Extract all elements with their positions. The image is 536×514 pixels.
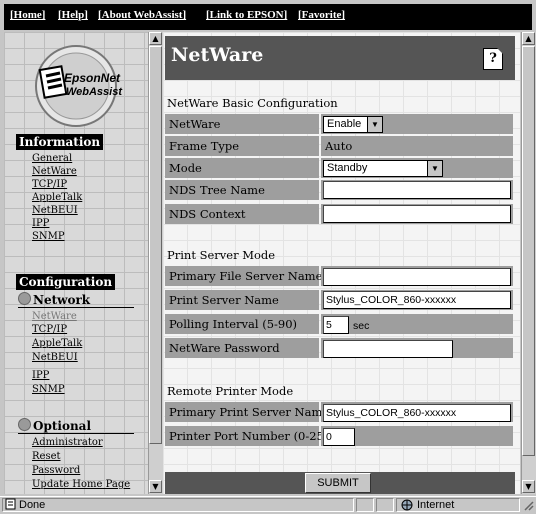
zone-pane: Internet bbox=[396, 498, 520, 512]
info-general-link[interactable]: General bbox=[32, 153, 72, 165]
reset-link[interactable]: Reset bbox=[32, 451, 61, 463]
information-heading: Information bbox=[16, 134, 104, 150]
about-webassist-link[interactable]: [About WebAssist] bbox=[98, 9, 186, 21]
update-home-page-link[interactable]: Update Home Page bbox=[32, 479, 130, 491]
optional-bullet-icon bbox=[18, 418, 31, 431]
main-scroll-thumb[interactable] bbox=[522, 46, 535, 456]
mode-label: Mode bbox=[165, 158, 319, 178]
scroll-up-arrow-icon[interactable]: ▲ bbox=[522, 32, 535, 45]
status-bar: Done Internet bbox=[0, 496, 536, 514]
network-subheading: Network bbox=[18, 292, 90, 307]
zone-label: Internet bbox=[417, 499, 455, 511]
config-tcpip-link[interactable]: TCP/IP bbox=[32, 324, 67, 336]
remote-printer-mode-heading: Remote Printer Mode bbox=[167, 384, 294, 398]
config-ipp-link[interactable]: IPP bbox=[32, 370, 49, 382]
status-text-pane: Done bbox=[2, 498, 354, 512]
netware-password-label: NetWare Password bbox=[165, 338, 319, 358]
page-title-bar: NetWare ? bbox=[165, 36, 515, 80]
left-navigation-frame: EpsonNet WebAssist Information General N… bbox=[4, 32, 148, 494]
optional-subheading: Optional bbox=[18, 418, 91, 433]
nds-context-label: NDS Context bbox=[165, 204, 319, 224]
favorite-link[interactable]: [Favorite] bbox=[298, 9, 345, 21]
info-netware-link[interactable]: NetWare bbox=[32, 166, 77, 178]
scroll-down-arrow-icon[interactable]: ▼ bbox=[149, 480, 162, 493]
globe-icon bbox=[401, 499, 413, 514]
frame-type-value: Auto bbox=[325, 139, 353, 153]
left-scroll-thumb[interactable] bbox=[149, 46, 162, 444]
main-frame-scrollbar[interactable]: ▲ ▼ bbox=[521, 32, 536, 494]
administrator-link[interactable]: Administrator bbox=[32, 437, 103, 449]
status-text: Done bbox=[19, 499, 46, 511]
printer-port-number-input[interactable]: 0 bbox=[323, 428, 355, 446]
nds-context-input[interactable] bbox=[323, 205, 511, 223]
info-netbeui-link[interactable]: NetBEUI bbox=[32, 205, 78, 217]
main-content-frame: NetWare ? NetWare Basic Configuration Ne… bbox=[163, 32, 520, 494]
primary-file-server-input[interactable] bbox=[323, 268, 511, 286]
netware-label: NetWare bbox=[165, 114, 319, 134]
optional-divider bbox=[18, 433, 134, 434]
svg-text:EpsonNet: EpsonNet bbox=[64, 71, 121, 85]
help-icon[interactable]: ? bbox=[483, 48, 503, 70]
info-snmp-link[interactable]: SNMP bbox=[32, 231, 65, 243]
info-tcpip-link[interactable]: TCP/IP bbox=[32, 179, 67, 191]
print-server-name-input[interactable]: Stylus_COLOR_860-xxxxxx bbox=[323, 291, 511, 309]
primary-print-server-label: Primary Print Server Name bbox=[165, 402, 329, 422]
help-link[interactable]: [Help] bbox=[58, 9, 88, 21]
polling-interval-cell bbox=[321, 314, 513, 334]
scroll-down-arrow-icon[interactable]: ▼ bbox=[522, 480, 535, 493]
browser-window: [Home] [Help] [About WebAssist] [Link to… bbox=[0, 0, 536, 514]
page-title: NetWare bbox=[171, 44, 264, 66]
link-to-epson-link[interactable]: [Link to EPSON] bbox=[206, 9, 287, 21]
polling-unit: sec bbox=[353, 320, 370, 332]
config-netbeui-link[interactable]: NetBEUI bbox=[32, 352, 78, 364]
submit-bar: SUBMIT bbox=[165, 472, 515, 494]
netware-password-input[interactable] bbox=[323, 340, 453, 358]
resize-grip-icon[interactable] bbox=[522, 499, 534, 511]
network-divider bbox=[18, 307, 134, 308]
page-status-icon bbox=[5, 498, 17, 513]
mode-select[interactable]: Standby ▼ bbox=[323, 160, 443, 177]
left-frame-scrollbar[interactable]: ▲ ▼ bbox=[148, 32, 163, 494]
netware-enable-select[interactable]: Enable ▼ bbox=[323, 116, 383, 133]
scroll-up-arrow-icon[interactable]: ▲ bbox=[149, 32, 162, 45]
home-link[interactable]: [Home] bbox=[10, 9, 45, 21]
info-ipp-link[interactable]: IPP bbox=[32, 218, 49, 230]
dropdown-arrow-icon: ▼ bbox=[427, 161, 442, 176]
primary-file-server-label: Primary File Server Name bbox=[165, 266, 322, 286]
password-link[interactable]: Password bbox=[32, 465, 80, 477]
submit-button[interactable]: SUBMIT bbox=[305, 473, 371, 493]
printer-port-number-label: Printer Port Number (0-254) bbox=[165, 426, 336, 446]
info-appletalk-link[interactable]: AppleTalk bbox=[32, 192, 82, 204]
nds-tree-name-label: NDS Tree Name bbox=[165, 180, 319, 200]
status-pane-2 bbox=[356, 498, 374, 512]
frame-type-label: Frame Type bbox=[165, 136, 319, 156]
nds-tree-name-input[interactable] bbox=[323, 181, 511, 199]
status-pane-3 bbox=[376, 498, 394, 512]
svg-text:WebAssist: WebAssist bbox=[66, 86, 123, 98]
config-snmp-link[interactable]: SNMP bbox=[32, 384, 65, 396]
polling-interval-label: Polling Interval (5-90) bbox=[165, 314, 319, 334]
print-server-name-label: Print Server Name bbox=[165, 290, 319, 310]
primary-print-server-input[interactable]: Stylus_COLOR_860-xxxxxx bbox=[323, 404, 511, 422]
basic-config-heading: NetWare Basic Configuration bbox=[167, 96, 338, 110]
network-bullet-icon bbox=[18, 292, 31, 305]
top-link-bar: [Home] [Help] [About WebAssist] [Link to… bbox=[4, 4, 532, 30]
config-appletalk-link[interactable]: AppleTalk bbox=[32, 338, 82, 350]
config-netware-link[interactable]: NetWare bbox=[32, 311, 77, 323]
print-server-mode-heading: Print Server Mode bbox=[167, 248, 276, 262]
dropdown-arrow-icon: ▼ bbox=[367, 117, 382, 132]
configuration-heading: Configuration bbox=[16, 274, 116, 290]
epsonnet-webassist-logo: EpsonNet WebAssist bbox=[35, 45, 123, 127]
polling-interval-input[interactable]: 5 bbox=[323, 316, 349, 334]
